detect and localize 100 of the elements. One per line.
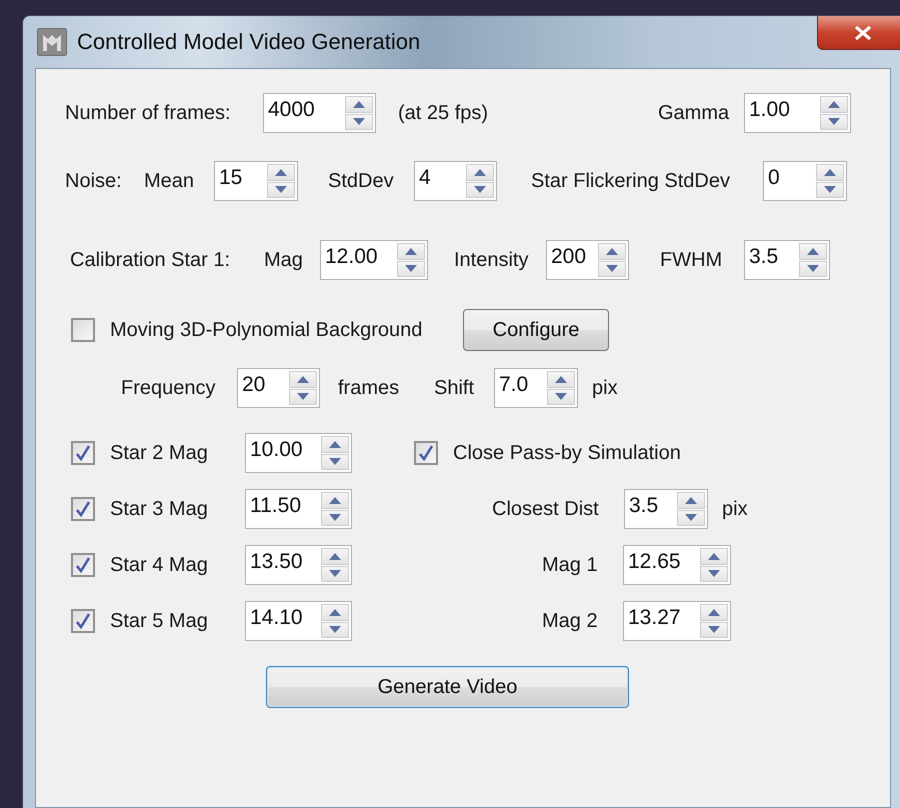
- field-value[interactable]: 3.5: [627, 492, 677, 526]
- checkbox[interactable]: [414, 441, 438, 465]
- checkbox[interactable]: [71, 441, 95, 465]
- number-spinner[interactable]: 15: [214, 161, 298, 201]
- field-value[interactable]: 1.00: [747, 96, 820, 130]
- spin-down-button[interactable]: [466, 182, 494, 198]
- window-title: Controlled Model Video Generation: [77, 29, 420, 55]
- spin-up-button[interactable]: [321, 548, 349, 564]
- field-value[interactable]: 12.65: [626, 548, 700, 582]
- up-arrow-icon: [474, 168, 486, 176]
- down-arrow-icon: [405, 265, 417, 272]
- spin-up-button[interactable]: [700, 604, 728, 620]
- spin-down-button[interactable]: [677, 510, 705, 526]
- number-spinner[interactable]: 10.00: [245, 433, 352, 473]
- spin-up-button[interactable]: [345, 96, 373, 112]
- up-arrow-icon: [405, 248, 417, 255]
- checkmark-icon: [76, 501, 90, 517]
- spin-up-button[interactable]: [289, 371, 317, 388]
- down-arrow-icon: [807, 265, 819, 272]
- field-value[interactable]: 15: [217, 164, 267, 198]
- field-label: Calibration Star 1:: [70, 248, 232, 272]
- spin-up-button[interactable]: [466, 164, 494, 180]
- field-label: Mean: [144, 170, 196, 192]
- spin-down-button[interactable]: [820, 114, 848, 130]
- field-value[interactable]: 13.50: [248, 548, 321, 582]
- number-spinner[interactable]: 4: [414, 161, 497, 201]
- close-button[interactable]: [817, 16, 900, 50]
- spin-down-button[interactable]: [598, 260, 626, 277]
- number-spinner[interactable]: 3.5: [744, 240, 830, 280]
- number-spinner[interactable]: 4000: [263, 93, 376, 133]
- field-value[interactable]: 20: [240, 371, 289, 405]
- number-spinner[interactable]: 14.10: [245, 601, 352, 641]
- unit-label: pix: [592, 376, 618, 400]
- field-label: Star Flickering StdDev: [531, 170, 731, 192]
- spin-down-button[interactable]: [816, 182, 844, 198]
- down-arrow-icon: [353, 118, 365, 126]
- checkbox[interactable]: [71, 553, 95, 577]
- app-icon: [37, 28, 67, 56]
- field-value[interactable]: 3.5: [747, 243, 799, 277]
- spin-down-button[interactable]: [700, 622, 728, 638]
- spin-down-button[interactable]: [799, 260, 827, 277]
- number-spinner[interactable]: 13.50: [245, 545, 352, 585]
- spin-up-button[interactable]: [820, 96, 848, 112]
- spin-down-button[interactable]: [321, 622, 349, 638]
- checkbox-label: Moving 3D-Polynomial Background: [110, 318, 424, 342]
- checkbox-label: Close Pass-by Simulation: [453, 442, 681, 464]
- field-value[interactable]: 14.10: [248, 604, 321, 638]
- number-spinner[interactable]: 200: [546, 240, 629, 280]
- spin-up-button[interactable]: [799, 243, 827, 260]
- field-label: Mag 1: [542, 554, 599, 576]
- spin-up-button[interactable]: [700, 548, 728, 564]
- spin-up-button[interactable]: [816, 164, 844, 180]
- number-spinner[interactable]: 0: [763, 161, 847, 201]
- number-spinner[interactable]: 12.65: [623, 545, 731, 585]
- field-label: Closest Dist: [492, 498, 600, 520]
- number-spinner[interactable]: 12.00: [320, 240, 428, 280]
- field-value[interactable]: 200: [549, 243, 598, 277]
- spin-down-button[interactable]: [397, 260, 425, 277]
- spin-up-button[interactable]: [321, 436, 349, 452]
- spin-up-button[interactable]: [598, 243, 626, 260]
- spin-down-button[interactable]: [345, 114, 373, 130]
- checkmark-icon: [76, 445, 90, 461]
- number-spinner[interactable]: 20: [237, 368, 320, 408]
- field-value[interactable]: 4000: [266, 96, 345, 130]
- spin-down-button[interactable]: [321, 510, 349, 526]
- number-spinner[interactable]: 3.5: [624, 489, 708, 529]
- spin-down-button[interactable]: [267, 182, 295, 198]
- field-value[interactable]: 11.50: [248, 492, 321, 526]
- spin-up-button[interactable]: [547, 371, 575, 388]
- spin-down-button[interactable]: [289, 388, 317, 405]
- number-spinner[interactable]: 11.50: [245, 489, 352, 529]
- number-spinner[interactable]: 7.0: [494, 368, 578, 408]
- number-spinner[interactable]: 13.27: [623, 601, 731, 641]
- unit-label: frames: [338, 376, 400, 400]
- field-value[interactable]: 7.0: [497, 371, 547, 405]
- checkbox[interactable]: [71, 609, 95, 633]
- spin-up-button[interactable]: [677, 492, 705, 508]
- down-arrow-icon: [329, 458, 341, 466]
- number-spinner[interactable]: 1.00: [744, 93, 851, 133]
- field-label: Noise:: [65, 170, 123, 192]
- configure-button[interactable]: Configure: [463, 309, 609, 351]
- checkbox[interactable]: [71, 497, 95, 521]
- spin-down-button[interactable]: [321, 454, 349, 470]
- checkbox-label: Star 2 Mag: [110, 442, 209, 464]
- field-value[interactable]: 10.00: [248, 436, 321, 470]
- checkbox[interactable]: [71, 318, 95, 342]
- spin-up-button[interactable]: [321, 604, 349, 620]
- spin-up-button[interactable]: [397, 243, 425, 260]
- spin-up-button[interactable]: [321, 492, 349, 508]
- checkbox-label: Star 5 Mag: [110, 610, 209, 632]
- spin-down-button[interactable]: [700, 566, 728, 582]
- field-value[interactable]: 12.00: [323, 243, 397, 277]
- generate-video-button[interactable]: Generate Video: [266, 666, 629, 708]
- up-arrow-icon: [353, 100, 365, 108]
- spin-down-button[interactable]: [321, 566, 349, 582]
- spin-up-button[interactable]: [267, 164, 295, 180]
- spin-down-button[interactable]: [547, 388, 575, 405]
- field-value[interactable]: 4: [417, 164, 466, 198]
- field-value[interactable]: 13.27: [626, 604, 700, 638]
- field-value[interactable]: 0: [766, 164, 816, 198]
